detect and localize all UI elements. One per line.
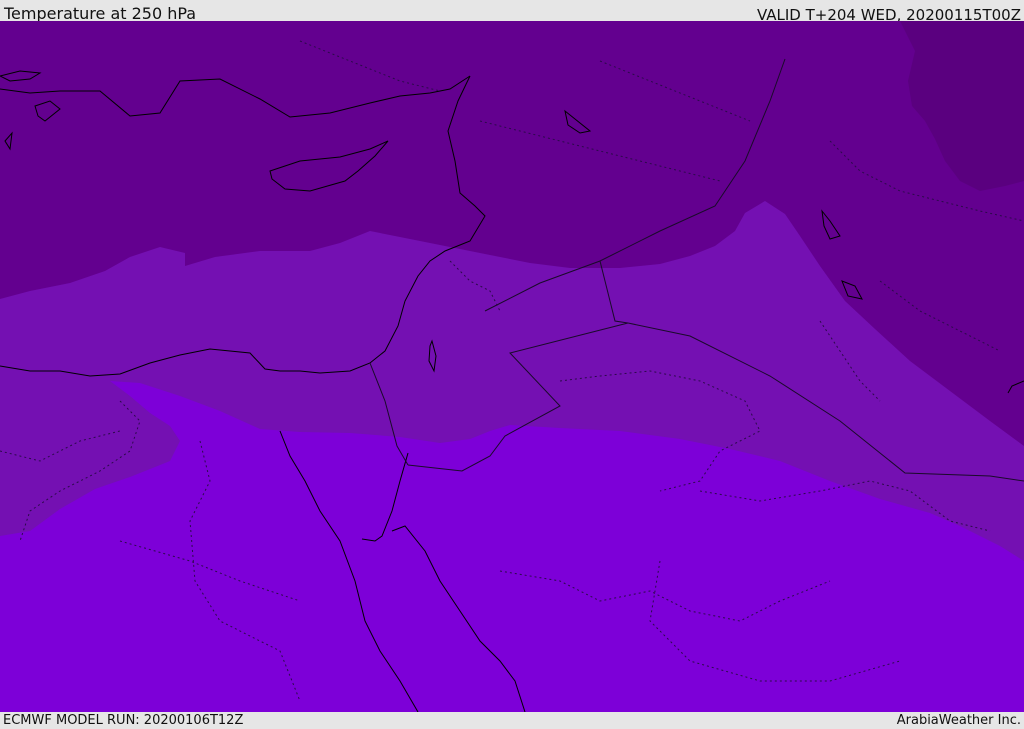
- header-bar: Temperature at 250 hPa VALID T+204 WED, …: [0, 0, 1024, 24]
- credit-label: ArabiaWeather Inc.: [896, 713, 1021, 728]
- footer-bar: ECMWF MODEL RUN: 20200106T12Z ArabiaWeat…: [0, 712, 1024, 729]
- temperature-map-svg: [0, 21, 1024, 712]
- map-frame: Temperature at 250 hPa VALID T+204 WED, …: [0, 0, 1024, 729]
- model-run-label: ECMWF MODEL RUN: 20200106T12Z: [3, 713, 244, 728]
- map-canvas[interactable]: [0, 21, 1024, 712]
